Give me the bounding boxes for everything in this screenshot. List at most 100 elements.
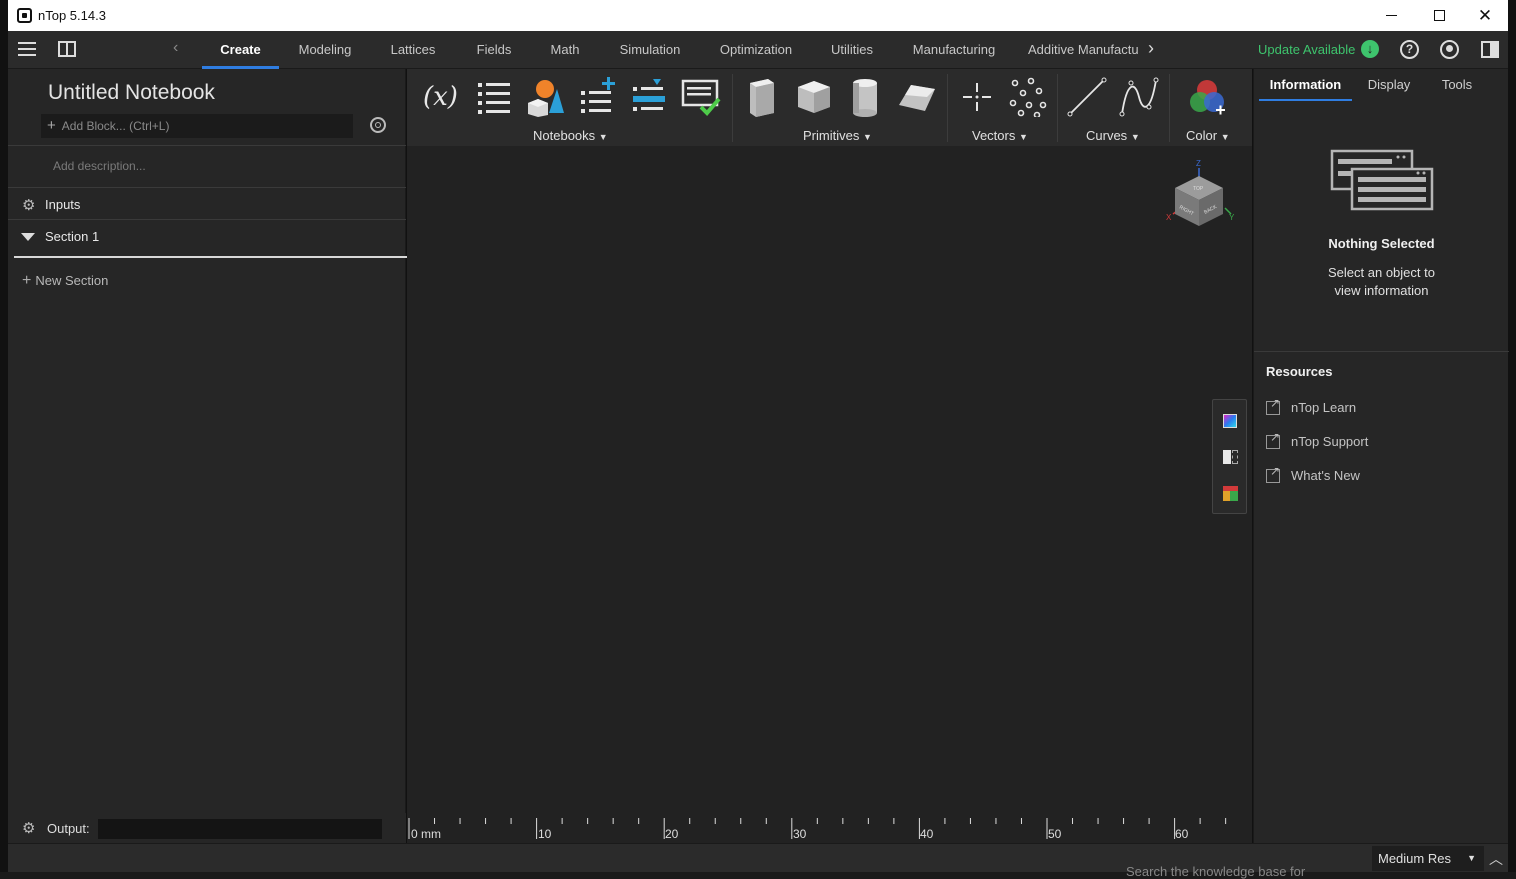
caret-down-icon: ▼ [1467,853,1476,863]
ntop-support-link[interactable]: nTop Support [1266,430,1368,449]
caret-down-icon: ▼ [598,132,608,142]
scale-ruler: 0 mm 10 20 30 40 50 60 [408,818,1227,841]
status-expand-icon[interactable]: ︿ [1489,849,1503,869]
caret-down-icon: ▼ [1130,132,1140,142]
tab-lattices[interactable]: Lattices [382,31,444,69]
external-link-icon [1266,464,1280,483]
window-title: nTop 5.14.3 [38,8,106,23]
curves-group-label[interactable]: Curves ▼ [1086,128,1140,143]
point-icon[interactable] [957,77,997,117]
tab-tools[interactable]: Tools [1432,69,1482,101]
help-icon[interactable]: ? [1400,40,1419,59]
maximize-button[interactable] [1416,0,1462,31]
tab-optimization[interactable]: Optimization [711,31,801,69]
ruler-label-60: 60 [1175,827,1189,841]
description-field[interactable]: Add description... [53,159,146,173]
ruler-label-10: 10 [538,827,552,841]
tab-manufacturing[interactable]: Manufacturing [904,31,1004,69]
ruler-label-50: 50 [1048,827,1062,841]
primitives-shapes-icon[interactable] [524,77,564,117]
app-window: nTop 5.14.3 ✕ ‹ Create Modeling Lattices… [0,0,1516,879]
ruler-label-30: 30 [793,827,807,841]
point-cloud-icon[interactable] [1007,77,1047,117]
axis-y-label: Y [1229,213,1235,222]
cube-primitive-icon[interactable] [794,77,834,117]
hamburger-menu-icon[interactable] [18,42,36,56]
tab-math[interactable]: Math [544,31,586,69]
add-block-placeholder: Add Block... (Ctrl+L) [61,119,170,133]
new-section-label: New Section [35,273,109,288]
tab-create[interactable]: Create [202,31,279,69]
caret-down-icon: ▼ [1018,132,1028,142]
external-link-icon [1266,396,1280,415]
account-icon[interactable] [1440,40,1459,59]
add-block-input[interactable]: + Add Block... (Ctrl+L) [41,114,353,138]
close-icon: ✕ [1477,5,1493,25]
nothing-selected-hint-line1: Select an object to [1328,265,1435,280]
primitives-group-label[interactable]: Primitives ▼ [803,128,872,143]
variable-icon[interactable]: (x) [423,77,463,117]
output-field[interactable] [98,819,382,839]
section-cut-icon[interactable] [1223,450,1238,464]
add-list-icon[interactable] [577,77,617,117]
tabs-scroll-left-icon[interactable]: ‹ [173,39,178,57]
nothing-selected-hint-line2: view information [1334,283,1429,298]
tabs-scroll-right-icon[interactable]: › [1148,38,1154,59]
output-bar: ⚙ Output: [8,813,406,843]
ruler-label-40: 40 [920,827,934,841]
whats-new-link[interactable]: What's New [1266,464,1360,483]
cube-face-top: TOP [1193,186,1204,192]
cylinder-primitive-icon[interactable] [845,77,885,117]
list-icon[interactable] [474,77,514,117]
inputs-header[interactable]: Inputs [45,197,80,212]
line-segment-icon[interactable] [1067,77,1107,117]
field-color-icon[interactable] [1223,414,1237,428]
box-primitive-icon[interactable] [742,77,782,117]
bezier-curve-icon[interactable] [1119,77,1159,117]
panel-layout-icon[interactable] [58,41,76,57]
vectors-group-label[interactable]: Vectors ▼ [972,128,1028,143]
close-button[interactable]: ✕ [1462,0,1508,31]
new-section-button[interactable]: + New Section [22,272,108,290]
download-update-icon[interactable]: ↓ [1361,40,1379,58]
title-bar: nTop 5.14.3 ✕ [8,0,1508,31]
ntop-learn-link[interactable]: nTop Learn [1266,396,1356,415]
external-link-icon [1266,430,1280,449]
nothing-selected-illustration-icon [1330,149,1434,211]
update-available-link[interactable]: Update Available [1258,42,1355,57]
color-group-label[interactable]: Color ▼ [1186,128,1230,143]
view-cube-icon[interactable]: Z X Y TOP RIGHT BACK [1163,158,1239,234]
insert-list-icon[interactable] [629,77,669,117]
tab-fields[interactable]: Fields [468,31,520,69]
notebook-panel: Untitled Notebook + Add Block... (Ctrl+L)… [8,69,407,843]
minimize-button[interactable] [1368,0,1414,31]
tab-simulation[interactable]: Simulation [611,31,689,69]
resolution-select[interactable]: Medium Res ▼ [1372,846,1484,871]
wedge-primitive-icon[interactable] [897,77,937,117]
output-gear-icon: ⚙ [22,820,36,837]
tab-information[interactable]: Information [1259,69,1352,101]
section-collapse-icon[interactable] [21,233,35,241]
axis-x-label: X [1166,213,1172,222]
tab-additive-manufacturing[interactable]: Additive Manufactu [1028,31,1150,69]
right-panel-toggle-icon[interactable] [1481,41,1499,58]
color-wheel-icon[interactable] [1187,77,1227,117]
3d-viewport[interactable]: Z X Y TOP RIGHT BACK 0 mm 10 20 30 40 50… [407,146,1252,843]
ntop-logo-icon [17,8,32,23]
tab-modeling[interactable]: Modeling [290,31,360,69]
shaded-cube-icon[interactable] [1223,486,1238,501]
notebook-title[interactable]: Untitled Notebook [48,81,215,105]
view-tools-panel [1212,399,1247,514]
section-1-header[interactable]: Section 1 [45,229,99,244]
plus-icon: + [22,272,32,289]
tab-display[interactable]: Display [1358,69,1420,101]
tab-utilities[interactable]: Utilities [821,31,883,69]
axis-z-label: Z [1196,159,1201,168]
inputs-gear-icon: ⚙ [22,197,36,214]
maximize-icon [1433,10,1445,21]
plus-icon: + [47,117,56,134]
checklist-icon[interactable] [681,77,721,117]
notebooks-group-label[interactable]: Notebooks ▼ [533,128,608,143]
create-ribbon: (x) Notebooks ▼ Primitives ▼ Vectors ▼ C… [407,69,1252,146]
refresh-icon[interactable] [370,117,386,133]
